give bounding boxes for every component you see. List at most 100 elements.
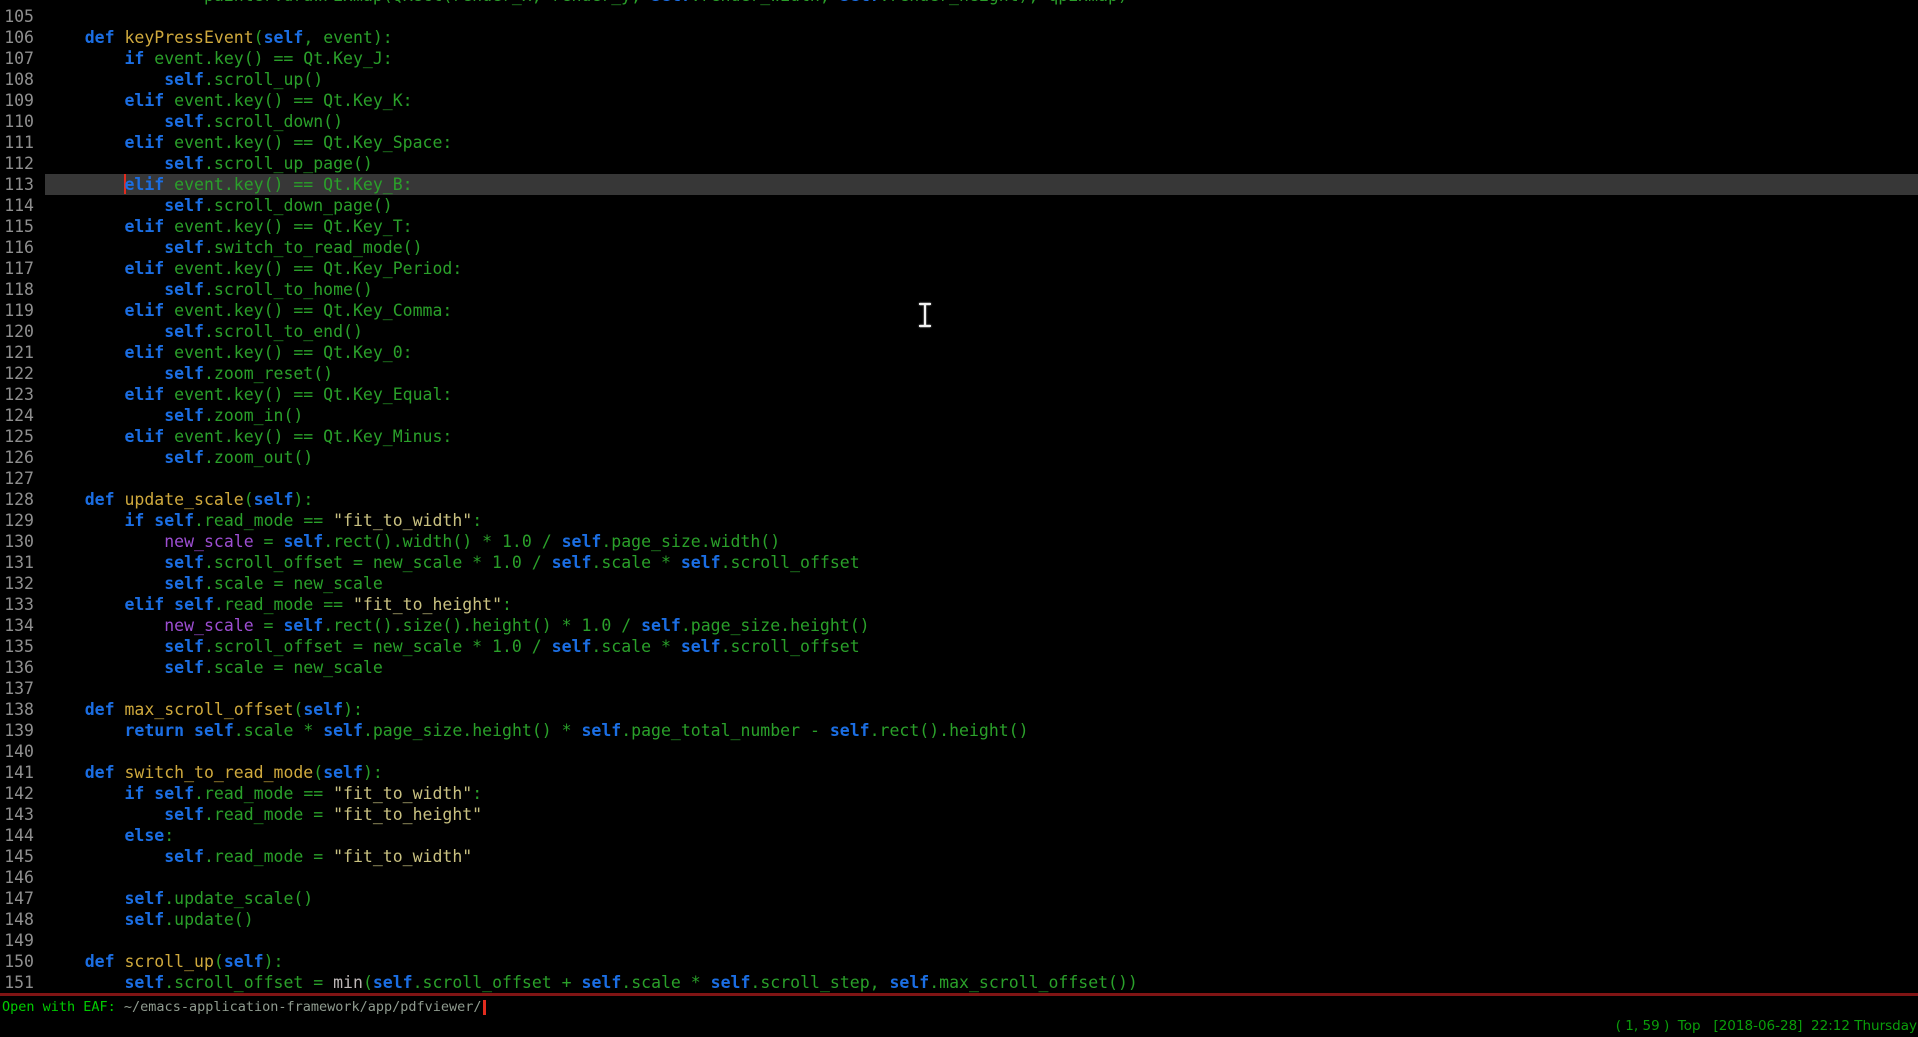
code-text: def keyPressEvent(self, event):: [45, 28, 393, 47]
code-line[interactable]: 137: [0, 678, 1918, 699]
code-text: self.switch_to_read_mode(): [45, 238, 423, 257]
line-number: 132: [0, 573, 34, 594]
code-line[interactable]: 120 self.scroll_to_end(): [0, 321, 1918, 342]
line-number: 130: [0, 531, 34, 552]
line-number: 141: [0, 762, 34, 783]
code-line[interactable]: 139 return self.scale * self.page_size.h…: [0, 720, 1918, 741]
code-text: else:: [45, 826, 174, 845]
code-line[interactable]: 141 def switch_to_read_mode(self):: [0, 762, 1918, 783]
line-number: 129: [0, 510, 34, 531]
code-line[interactable]: 146: [0, 867, 1918, 888]
line-number: 142: [0, 783, 34, 804]
line-number: 105: [0, 6, 34, 27]
code-line[interactable]: 127: [0, 468, 1918, 489]
code-line[interactable]: 133 elif self.read_mode == "fit_to_heigh…: [0, 594, 1918, 615]
code-line[interactable]: 130 new_scale = self.rect().width() * 1.…: [0, 531, 1918, 552]
code-text: self.update_scale(): [45, 889, 313, 908]
minibuffer-prompt: Open with EAF:: [2, 999, 124, 1015]
line-number: 140: [0, 741, 34, 762]
code-line[interactable]: 110 self.scroll_down(): [0, 111, 1918, 132]
code-line[interactable]: 109 elif event.key() == Qt.Key_K:: [0, 90, 1918, 111]
code-text: if self.read_mode == "fit_to_width":: [45, 511, 482, 530]
code-line[interactable]: 107 if event.key() == Qt.Key_J:: [0, 48, 1918, 69]
code-line[interactable]: 148 self.update(): [0, 909, 1918, 930]
line-number: 120: [0, 321, 34, 342]
code-line[interactable]: 111 elif event.key() == Qt.Key_Space:: [0, 132, 1918, 153]
code-line[interactable]: 125 elif event.key() == Qt.Key_Minus:: [0, 426, 1918, 447]
code-text: def max_scroll_offset(self):: [45, 700, 363, 719]
code-text: new_scale = self.rect().size().height() …: [45, 616, 870, 635]
code-text: if self.read_mode == "fit_to_width":: [45, 784, 482, 803]
code-line[interactable]: 118 self.scroll_to_home(): [0, 279, 1918, 300]
code-text: elif self.read_mode == "fit_to_height":: [45, 595, 512, 614]
code-text: elif event.key() == Qt.Key_T:: [45, 217, 413, 236]
code-text: elif event.key() == Qt.Key_0:: [45, 343, 413, 362]
code-line[interactable]: 116 self.switch_to_read_mode(): [0, 237, 1918, 258]
code-line[interactable]: 131 self.scroll_offset = new_scale * 1.0…: [0, 552, 1918, 573]
code-line[interactable]: 122 self.zoom_reset(): [0, 363, 1918, 384]
line-number: 150: [0, 951, 34, 972]
code-line[interactable]: 151 self.scroll_offset = min(self.scroll…: [0, 972, 1918, 993]
code-line[interactable]: 145 self.read_mode = "fit_to_width": [0, 846, 1918, 867]
minibuffer-cursor: [483, 1000, 486, 1015]
code-line[interactable]: 123 elif event.key() == Qt.Key_Equal:: [0, 384, 1918, 405]
code-line[interactable]: 138 def max_scroll_offset(self):: [0, 699, 1918, 720]
minibuffer-input[interactable]: ~/emacs-application-framework/app/pdfvie…: [124, 999, 482, 1015]
code-line[interactable]: 150 def scroll_up(self):: [0, 951, 1918, 972]
code-line[interactable]: 119 elif event.key() == Qt.Key_Comma:: [0, 300, 1918, 321]
code-text: self.scroll_to_end(): [45, 322, 363, 341]
line-number: 117: [0, 258, 34, 279]
line-number: 106: [0, 27, 34, 48]
code-line[interactable]: 144 else:: [0, 825, 1918, 846]
code-line[interactable]: 115 elif event.key() == Qt.Key_T:: [0, 216, 1918, 237]
code-line[interactable]: 128 def update_scale(self):: [0, 489, 1918, 510]
code-line[interactable]: 142 if self.read_mode == "fit_to_width":: [0, 783, 1918, 804]
code-line[interactable]: 114 self.scroll_down_page(): [0, 195, 1918, 216]
line-number: 113: [0, 174, 34, 195]
line-number: 131: [0, 552, 34, 573]
code-line[interactable]: 140: [0, 741, 1918, 762]
line-number: 118: [0, 279, 34, 300]
line-number: 139: [0, 720, 34, 741]
code-text: self.read_mode = "fit_to_width": [45, 847, 472, 866]
line-number: 112: [0, 153, 34, 174]
code-line[interactable]: 147 self.update_scale(): [0, 888, 1918, 909]
code-line[interactable]: 136 self.scale = new_scale: [0, 657, 1918, 678]
line-number: 119: [0, 300, 34, 321]
line-number: 146: [0, 867, 34, 888]
code-text: self.scroll_to_home(): [45, 280, 373, 299]
line-number: 149: [0, 930, 34, 951]
code-line[interactable]: 105: [0, 6, 1918, 27]
line-number: 137: [0, 678, 34, 699]
code-line[interactable]: 135 self.scroll_offset = new_scale * 1.0…: [0, 636, 1918, 657]
code-line[interactable]: 129 if self.read_mode == "fit_to_width":: [0, 510, 1918, 531]
code-line[interactable]: 113 elif event.key() == Qt.Key_B:: [0, 174, 1918, 195]
code-line[interactable]: 117 elif event.key() == Qt.Key_Period:: [0, 258, 1918, 279]
line-number: 128: [0, 489, 34, 510]
code-text: self.zoom_reset(): [45, 364, 333, 383]
code-line[interactable]: 108 self.scroll_up(): [0, 69, 1918, 90]
code-line[interactable]: 106 def keyPressEvent(self, event):: [0, 27, 1918, 48]
code-line[interactable]: 149: [0, 930, 1918, 951]
code-line[interactable]: 124 self.zoom_in(): [0, 405, 1918, 426]
mouse-ibeam-cursor: [917, 301, 933, 329]
code-line[interactable]: 112 self.scroll_up_page(): [0, 153, 1918, 174]
line-number: 147: [0, 888, 34, 909]
code-buffer[interactable]: painter.drawPixmap(QRect(render_x, rende…: [0, 0, 1918, 993]
code-line[interactable]: 134 new_scale = self.rect().size().heigh…: [0, 615, 1918, 636]
code-text: def update_scale(self):: [45, 490, 313, 509]
echo-area[interactable]: Open with EAF: ~/emacs-application-frame…: [0, 996, 1918, 1037]
line-number: 114: [0, 195, 34, 216]
line-number: 136: [0, 657, 34, 678]
code-text: self.scale = new_scale: [45, 574, 383, 593]
line-number: 108: [0, 69, 34, 90]
code-text: elif event.key() == Qt.Key_Minus:: [45, 427, 452, 446]
code-text: self.scroll_offset = new_scale * 1.0 / s…: [45, 553, 860, 572]
code-line[interactable]: 132 self.scale = new_scale: [0, 573, 1918, 594]
line-number: 135: [0, 636, 34, 657]
code-line[interactable]: 126 self.zoom_out(): [0, 447, 1918, 468]
code-line[interactable]: 121 elif event.key() == Qt.Key_0:: [0, 342, 1918, 363]
line-number: 110: [0, 111, 34, 132]
code-line[interactable]: 143 self.read_mode = "fit_to_height": [0, 804, 1918, 825]
code-text: self.zoom_out(): [45, 448, 313, 467]
